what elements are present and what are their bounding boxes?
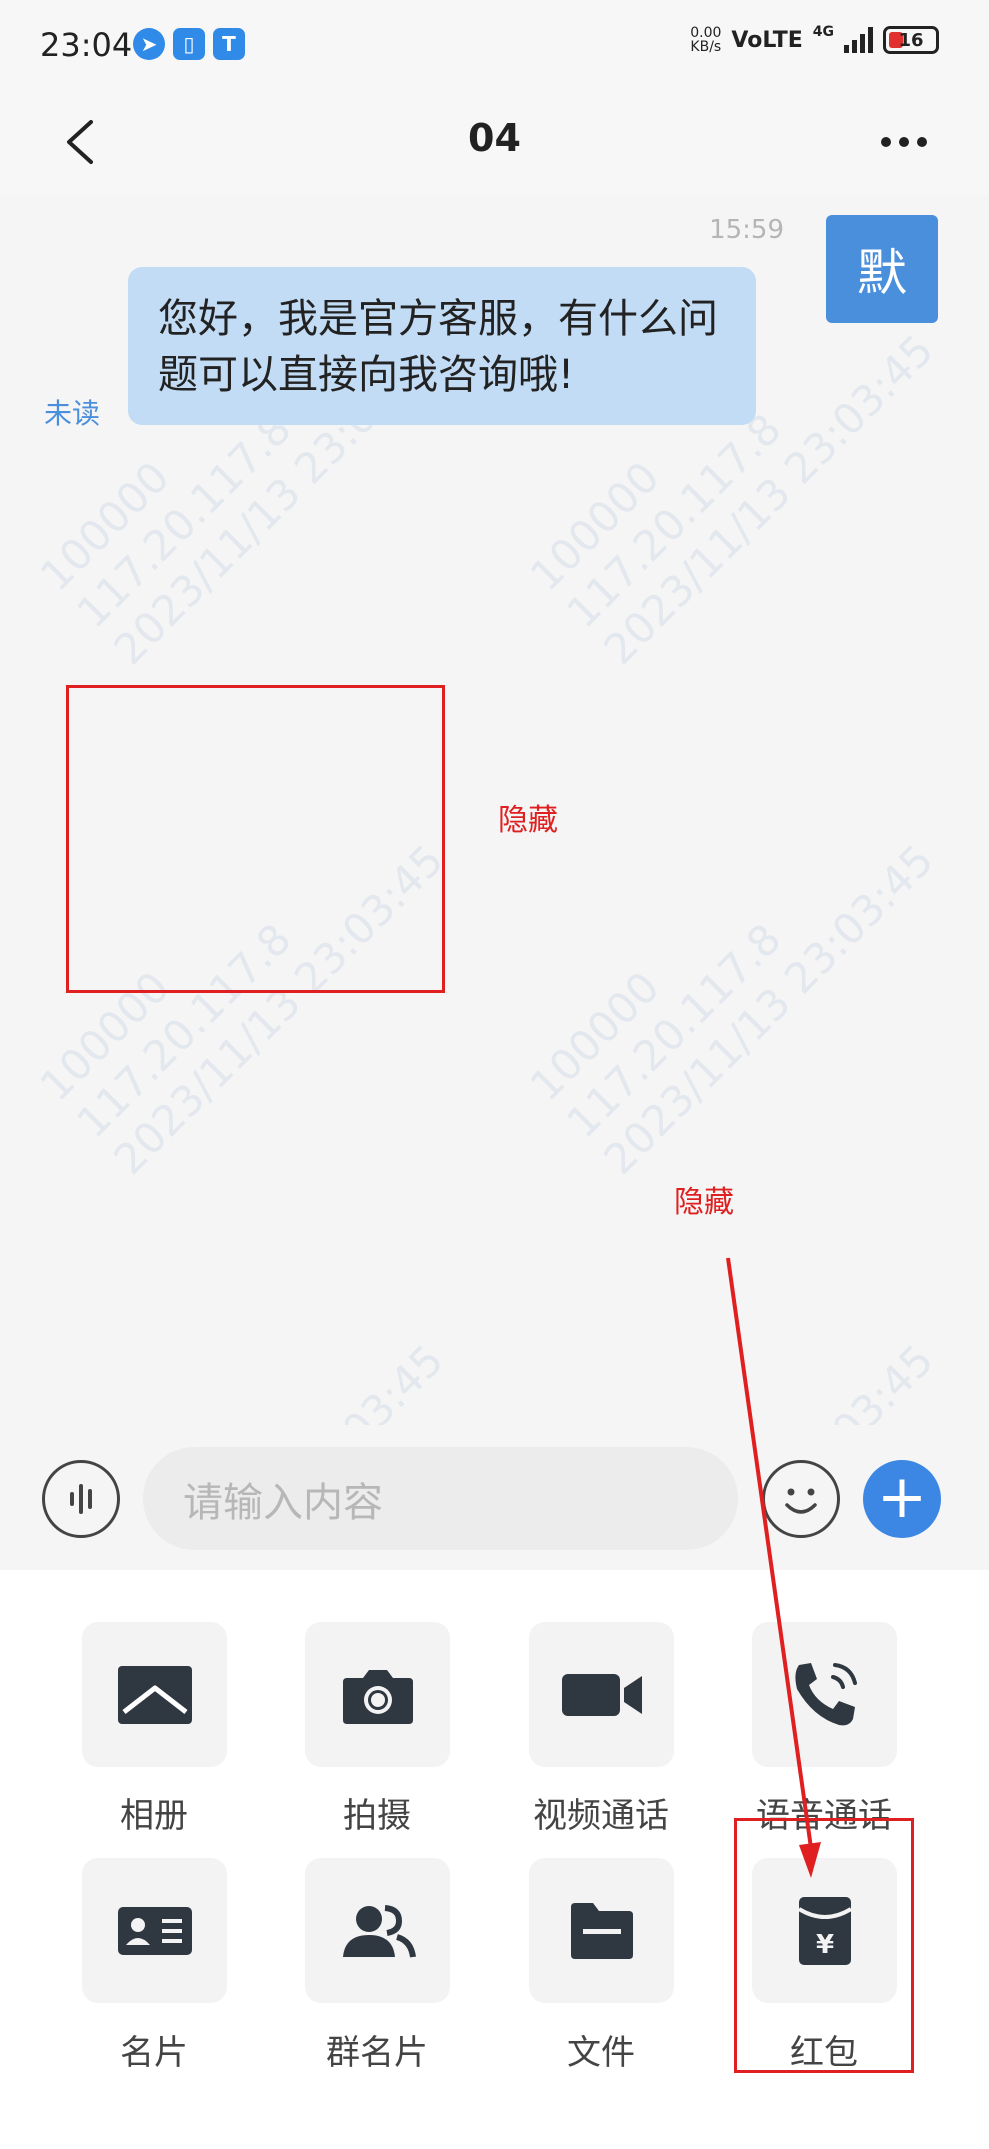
input-bar: 请输入内容 + <box>0 1425 989 1570</box>
business-card-label: 名片 <box>120 2033 188 2073</box>
voice-input-button[interactable] <box>42 1460 120 1538</box>
file-label: 文件 <box>567 2033 635 2073</box>
group-card-label: 群名片 <box>326 2033 428 2073</box>
more-functions-button[interactable]: + <box>863 1460 941 1538</box>
dot-icon <box>917 137 927 147</box>
voice-call-icon <box>794 1662 857 1725</box>
message-time: 15:59 <box>709 215 784 245</box>
album-icon <box>117 1665 192 1724</box>
signal-icon <box>844 27 873 53</box>
album-button[interactable] <box>82 1622 227 1767</box>
status-right: 0.00 KB/s VoLTE 4G 16 <box>690 24 939 55</box>
file-icon <box>570 1902 633 1959</box>
voice-call-button[interactable] <box>752 1622 897 1767</box>
camera-button[interactable] <box>305 1622 450 1767</box>
function-panel: 相册 拍摄 视频通话 语音通话 名片 群名片 文件 ¥ 红包 <box>0 1570 989 2149</box>
camera-icon <box>342 1669 413 1724</box>
hidden-region-box <box>66 685 445 993</box>
avatar[interactable]: 默 <box>826 215 938 323</box>
status-bar: 23:04 ➤ ▯ T 0.00 KB/s VoLTE 4G 16 <box>0 0 989 90</box>
hidden-label: 隐藏 <box>674 1185 734 1220</box>
watermark: 100000117.20.117.82023/11/13 23:03:45 <box>520 1261 944 1425</box>
more-options-button[interactable] <box>869 112 939 172</box>
dot-icon <box>899 137 909 147</box>
phone-screen: 23:04 ➤ ▯ T 0.00 KB/s VoLTE 4G 16 04 100… <box>0 0 989 2149</box>
telegram-notification-icon: ➤ <box>133 28 165 60</box>
unread-status: 未读 <box>44 397 101 430</box>
dot-icon <box>881 137 891 147</box>
battery-icon: 16 <box>883 26 939 54</box>
network-type: 4G <box>812 24 834 40</box>
file-button[interactable] <box>529 1858 674 2003</box>
app-notification-icon: ▯ <box>173 28 205 60</box>
watermark: 100000117.20.117.82023/11/13 23:03:45 <box>30 1261 454 1425</box>
smiley-icon <box>785 1488 817 1514</box>
nav-bar: 04 <box>0 90 989 195</box>
status-time: 23:04 <box>40 26 133 64</box>
group-card-button[interactable] <box>305 1858 450 2003</box>
message-bubble[interactable]: 您好，我是官方客服，有什么问 题可以直接向我咨询哦! <box>128 267 756 425</box>
video-call-icon <box>561 1673 642 1716</box>
notification-icons: ➤ ▯ T <box>133 28 245 60</box>
chat-area[interactable]: 100000 117.20.117.8 2023/11/13 23:03:45 10… <box>0 195 989 1425</box>
hidden-label: 隐藏 <box>498 803 558 838</box>
camera-label: 拍摄 <box>343 1796 411 1836</box>
group-card-icon <box>342 1904 416 1958</box>
business-card-icon <box>117 1906 192 1955</box>
t-app-notification-icon: T <box>213 28 245 60</box>
red-packet-highlight-box <box>734 1818 914 2073</box>
video-call-label: 视频通话 <box>533 1796 669 1836</box>
message-input[interactable]: 请输入内容 <box>143 1447 738 1550</box>
business-card-button[interactable] <box>82 1858 227 2003</box>
network-speed: 0.00 KB/s <box>690 25 722 55</box>
video-call-button[interactable] <box>529 1622 674 1767</box>
page-title: 04 <box>468 116 521 160</box>
volte-indicator: VoLTE <box>731 27 803 53</box>
emoji-button[interactable] <box>762 1460 840 1538</box>
watermark: 100000117.20.117.82023/11/13 23:03:45 <box>520 835 943 1184</box>
album-label: 相册 <box>120 1796 188 1836</box>
